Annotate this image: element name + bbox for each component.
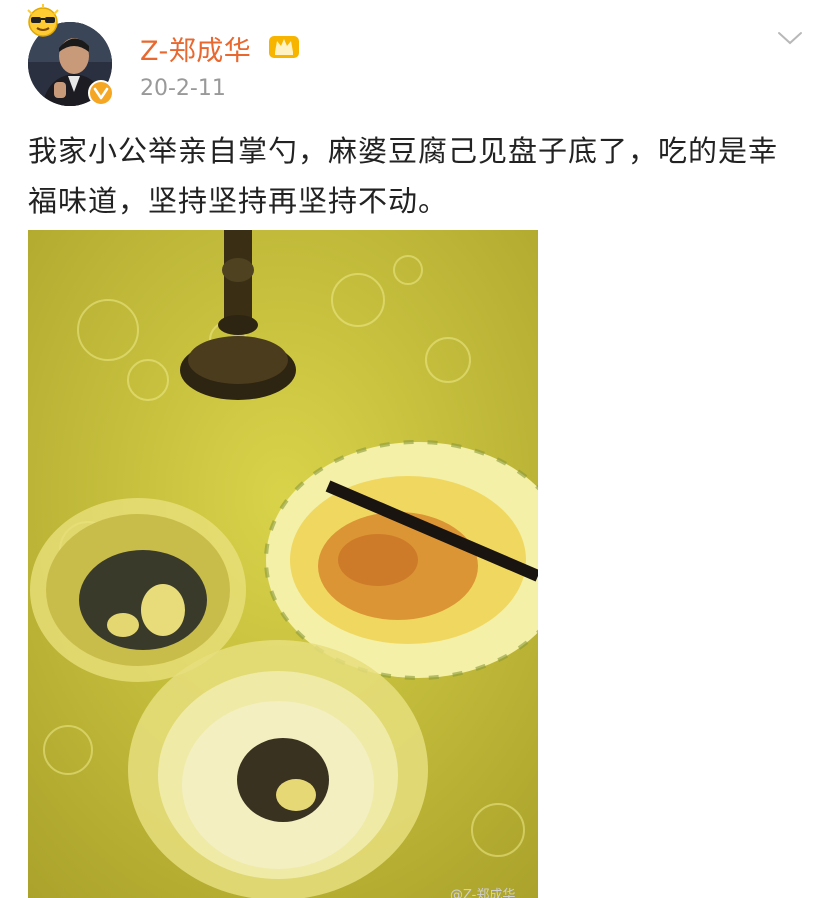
crown-vip-icon[interactable] xyxy=(268,30,300,60)
image-watermark: @Z-郑成华 xyxy=(450,888,516,898)
sunglasses-emoji-icon xyxy=(22,4,64,38)
post-date: 20-2-11 xyxy=(140,76,226,101)
post-image[interactable] xyxy=(28,230,538,898)
post-header: Z-郑成华 20-2-11 xyxy=(0,0,828,120)
author-name[interactable]: Z-郑成华 xyxy=(140,29,251,68)
post-body-text: 我家小公举亲自掌勺，麻婆豆腐己见盘子底了，吃的是幸福味道，坚持坚持再坚持不动。 xyxy=(28,134,779,218)
verified-v-icon xyxy=(88,80,114,106)
chevron-down-icon[interactable] xyxy=(776,28,804,48)
